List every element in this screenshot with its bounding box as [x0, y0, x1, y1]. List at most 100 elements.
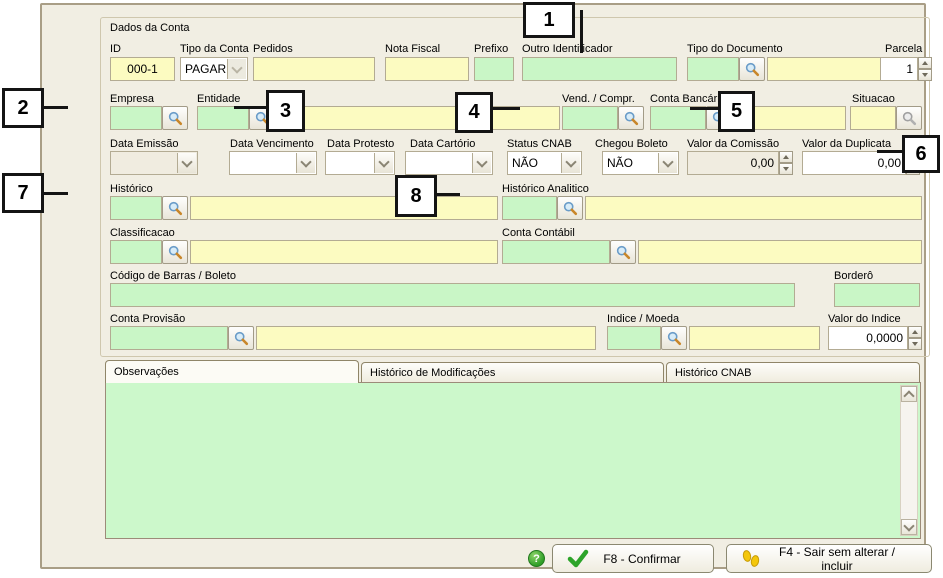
valor-comissao-label: Valor da Comissão	[687, 138, 779, 150]
conta-contabil-search-button[interactable]	[610, 240, 636, 264]
vend-compr-search-button[interactable]	[618, 106, 644, 130]
chevron-down-icon[interactable]	[374, 153, 393, 173]
search-icon	[666, 330, 683, 347]
situacao-field[interactable]	[850, 106, 896, 130]
tipo-conta-combo[interactable]: PAGAR	[180, 57, 248, 81]
indice-moeda-search-button[interactable]	[661, 326, 687, 350]
outro-identificador-field[interactable]	[522, 57, 677, 81]
parcela-field[interactable]: 1	[880, 57, 918, 81]
spin-up-button[interactable]	[779, 151, 793, 163]
exit-button[interactable]: F4 - Sair sem alterar / incluir	[726, 544, 932, 573]
id-label: ID	[110, 43, 121, 55]
codigo-barras-field[interactable]	[110, 283, 795, 307]
observacoes-panel	[105, 382, 921, 539]
chevron-down-icon[interactable]	[658, 153, 677, 173]
valor-indice-spinner	[908, 326, 922, 350]
chevron-down-icon[interactable]	[472, 153, 491, 173]
empresa-field[interactable]	[110, 106, 162, 130]
empresa-search-button[interactable]	[162, 106, 188, 130]
chegou-boleto-value: NÃO	[607, 156, 633, 170]
callout-4-line	[492, 107, 520, 110]
chevron-down-icon[interactable]	[296, 153, 315, 173]
indice-moeda-desc-field[interactable]	[689, 326, 820, 350]
tab-historico-modificacoes-label: Histórico de Modificações	[370, 367, 495, 379]
callout-2: 2	[2, 88, 44, 128]
help-icon[interactable]: ?	[528, 550, 545, 567]
scroll-up-button[interactable]	[901, 386, 917, 402]
valor-comissao-spinner	[779, 151, 793, 175]
search-icon	[233, 330, 250, 347]
parcela-spinner	[918, 57, 932, 81]
prefixo-label: Prefixo	[474, 43, 508, 55]
indice-moeda-code-field[interactable]	[607, 326, 661, 350]
tab-historico-modificacoes[interactable]: Histórico de Modificações	[361, 362, 664, 383]
confirm-button[interactable]: F8 - Confirmar	[552, 544, 714, 573]
valor-comissao-field[interactable]: 0,00	[687, 151, 779, 175]
spin-up-button[interactable]	[918, 57, 932, 69]
spin-up-button[interactable]	[908, 326, 922, 338]
search-icon	[167, 200, 184, 217]
id-value: 000-1	[127, 62, 158, 76]
conta-provisao-code-field[interactable]	[110, 326, 228, 350]
chevron-up-icon	[903, 390, 914, 401]
spin-down-button[interactable]	[918, 69, 932, 81]
chegou-boleto-combo[interactable]: NÃO	[602, 151, 679, 175]
conta-provisao-desc-field[interactable]	[256, 326, 596, 350]
historico-code-field[interactable]	[110, 196, 162, 220]
observacoes-textarea[interactable]	[106, 383, 898, 538]
historico-desc-field[interactable]	[190, 196, 498, 220]
parcela-value: 1	[906, 62, 913, 76]
chegou-boleto-label: Chegou Boleto	[595, 138, 668, 150]
tipo-documento-code-field[interactable]	[687, 57, 739, 81]
data-vencimento-combo[interactable]	[229, 151, 317, 175]
chevron-down-icon[interactable]	[177, 153, 196, 173]
scroll-down-button[interactable]	[901, 519, 917, 535]
tipo-documento-desc-field[interactable]	[767, 57, 885, 81]
classificacao-search-button[interactable]	[162, 240, 188, 264]
valor-duplicata-field[interactable]: 0,00	[802, 151, 906, 175]
entidade-label: Entidade	[197, 93, 240, 105]
data-protesto-label: Data Protesto	[327, 138, 394, 150]
prefixo-field[interactable]	[474, 57, 514, 81]
spin-down-button[interactable]	[908, 338, 922, 350]
nota-fiscal-field[interactable]	[385, 57, 469, 81]
classificacao-desc-field[interactable]	[190, 240, 498, 264]
callout-3: 3	[266, 90, 305, 132]
entidade-code-field[interactable]	[197, 106, 249, 130]
pedidos-field[interactable]	[253, 57, 375, 81]
situacao-search-button-disabled	[896, 106, 922, 130]
classificacao-label: Classificacao	[110, 227, 175, 239]
conta-contabil-code-field[interactable]	[502, 240, 610, 264]
empresa-label: Empresa	[110, 93, 154, 105]
spin-down-button[interactable]	[779, 163, 793, 175]
callout-6-line	[877, 150, 903, 153]
valor-duplicata-value: 0,00	[878, 156, 901, 170]
historico-analitico-search-button[interactable]	[557, 196, 583, 220]
valor-comissao-value: 0,00	[751, 156, 774, 170]
data-protesto-combo[interactable]	[325, 151, 395, 175]
valor-indice-field[interactable]: 0,0000	[828, 326, 908, 350]
historico-search-button[interactable]	[162, 196, 188, 220]
id-field[interactable]: 000-1	[110, 57, 175, 81]
callout-3-line	[234, 106, 268, 109]
tipo-documento-search-button[interactable]	[739, 57, 765, 81]
callout-7: 7	[2, 173, 44, 213]
conta-bancaria-label: Conta Bancária	[650, 93, 726, 105]
conta-provisao-search-button[interactable]	[228, 326, 254, 350]
bordero-field[interactable]	[834, 283, 920, 307]
tab-observacoes[interactable]: Observações	[105, 360, 359, 383]
vertical-scrollbar[interactable]	[900, 385, 918, 536]
chevron-down-icon[interactable]	[561, 153, 580, 173]
conta-contabil-desc-field[interactable]	[638, 240, 922, 264]
historico-analitico-desc-field[interactable]	[585, 196, 922, 220]
data-cartorio-combo[interactable]	[405, 151, 493, 175]
data-emissao-combo[interactable]	[110, 151, 198, 175]
vend-compr-field[interactable]	[562, 106, 618, 130]
data-emissao-label: Data Emissão	[110, 138, 178, 150]
classificacao-code-field[interactable]	[110, 240, 162, 264]
parcela-label: Parcela	[885, 43, 922, 55]
status-cnab-combo[interactable]: NÃO	[507, 151, 582, 175]
tab-historico-cnab[interactable]: Histórico CNAB	[666, 362, 920, 383]
tipo-conta-value: PAGAR	[185, 62, 226, 76]
historico-analitico-code-field[interactable]	[502, 196, 557, 220]
